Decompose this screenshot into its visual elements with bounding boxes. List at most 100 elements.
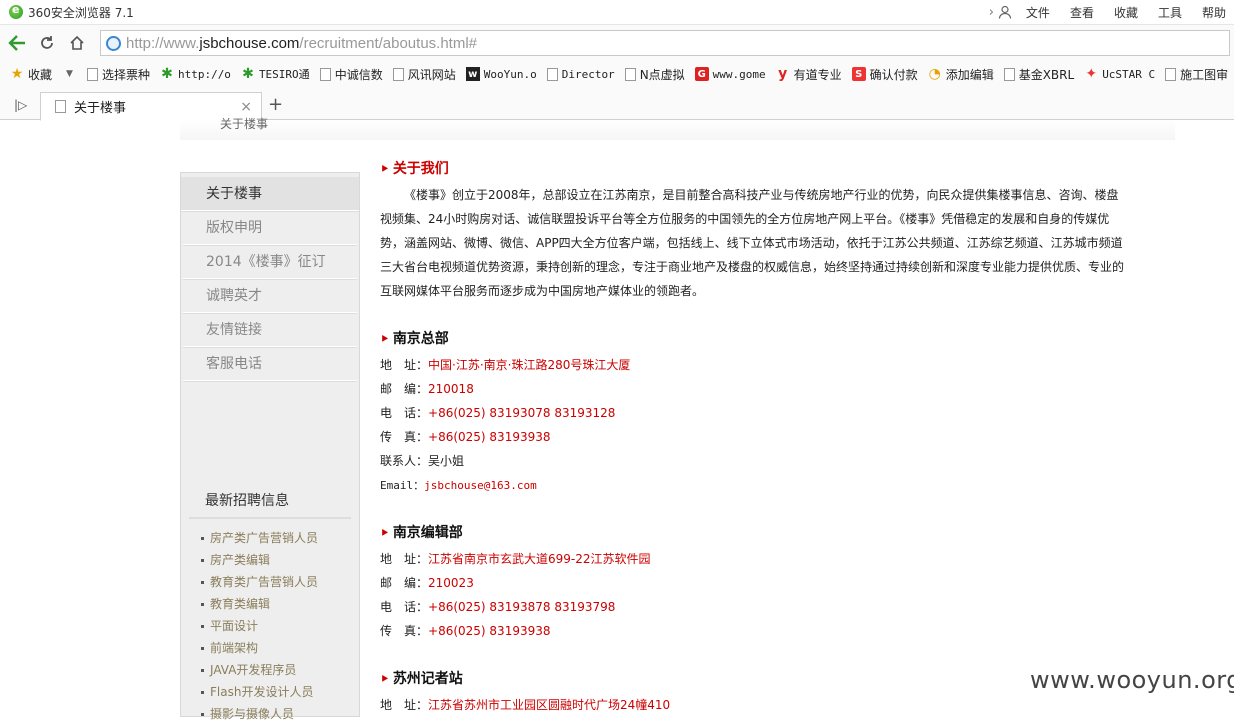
sidebar-item-careers[interactable]: 诚聘英才 <box>183 279 357 313</box>
favorite-label: TESIRO通 <box>258 68 310 81</box>
sidebar: 关于楼事 版权申明 2014《楼事》征订 诚聘英才 友情链接 客服电话 最新招聘… <box>180 172 360 721</box>
close-icon[interactable]: × <box>240 99 252 115</box>
favorite-link[interactable]: Director <box>546 67 615 81</box>
page-icon <box>1003 67 1015 81</box>
star-icon: ★ <box>10 66 24 82</box>
back-button[interactable] <box>4 30 30 56</box>
favorites-bar: ★ 收藏 ▼ 选择票种 ✱ http://o ✱ TESIRO通 中诚信数 风讯网站… <box>0 60 1234 88</box>
address-field[interactable]: http://www.jsbchouse.com/recruitment/abo… <box>100 30 1230 56</box>
job-link[interactable]: 教育类广告营销人员 <box>201 571 359 593</box>
job-link[interactable]: 前端架构 <box>201 637 359 659</box>
favorite-link[interactable]: ◔ 添加编辑 <box>928 66 994 83</box>
job-link[interactable]: 平面设计 <box>201 615 359 637</box>
about-paragraph: 《楼事》创立于2008年，总部设立在江苏南京，是目前整合高科技产业与传统房地产行… <box>380 188 1125 298</box>
about-title-text: 关于我们 <box>392 161 449 177</box>
user-icon[interactable] <box>998 5 1012 19</box>
hq-zip: 210018 <box>428 382 474 396</box>
menu-tools[interactable]: 工具 <box>1158 4 1182 21</box>
favorite-link[interactable]: S 确认付款 <box>851 66 918 83</box>
favorite-label: WooYun.o <box>483 67 537 81</box>
url-prefix: http://www. <box>126 34 200 52</box>
menu-file[interactable]: 文件 <box>1026 4 1050 21</box>
job-link[interactable]: 教育类编辑 <box>201 593 359 615</box>
home-button[interactable] <box>64 30 90 56</box>
menu-help[interactable]: 帮助 <box>1202 4 1226 21</box>
favorite-label: 选择票种 <box>101 67 150 82</box>
field-label: 地 址： <box>380 358 429 372</box>
latest-jobs-title: 最新招聘信息 <box>189 483 351 519</box>
favorite-link[interactable]: 选择票种 <box>86 66 150 83</box>
favorite-label: 收藏 <box>28 67 53 82</box>
hq-title-text: 南京总部 <box>392 331 449 347</box>
job-link[interactable]: 摄影与摄像人员 <box>201 703 359 725</box>
sidebar-toggle-icon[interactable]: |▷ <box>14 98 27 112</box>
new-tab-button[interactable]: + <box>268 94 283 115</box>
field-label: 地 址： <box>380 552 429 566</box>
favorite-link[interactable]: Gwww.gome <box>694 67 766 81</box>
suzhou-address: 江苏省苏州市工业园区圆融时代广场24幢410 <box>428 698 671 712</box>
favorite-link[interactable]: ✦ UcSTAR C <box>1084 66 1156 82</box>
page-icon <box>624 67 636 81</box>
sidebar-item-copyright[interactable]: 版权申明 <box>183 211 357 245</box>
globe-icon <box>106 35 121 51</box>
favorite-link[interactable]: ✱ TESIRO通 <box>241 66 310 82</box>
suzhou-section-title: ⯈ 苏州记者站 <box>380 665 1140 693</box>
favorite-link[interactable]: y 有道专业 <box>776 66 842 83</box>
editorial-fax-row: 传 真：+86(025) 83193938 <box>380 619 1140 643</box>
favorite-link[interactable]: ✱ http://o <box>160 66 231 82</box>
caret-down-icon[interactable]: ▼ <box>66 69 73 79</box>
menu-favorites[interactable]: 收藏 <box>1114 4 1138 21</box>
url-text[interactable]: http://www.jsbchouse.com/recruitment/abo… <box>126 35 477 52</box>
editorial-fax: +86(025) 83193938 <box>428 624 551 638</box>
watermark: www.wooyun.org <box>1030 666 1234 694</box>
editorial-section: ⯈ 南京编辑部 地 址：江苏省南京市玄武大道699-22江苏软件园 邮 编：210… <box>380 519 1140 643</box>
field-label: Email： <box>380 479 425 492</box>
gear-icon: ✱ <box>242 66 254 82</box>
job-link[interactable]: 房产类编辑 <box>201 549 359 571</box>
menu-view[interactable]: 查看 <box>1070 4 1094 21</box>
job-link[interactable]: Flash开发设计人员 <box>201 681 359 703</box>
hq-contact: 吴小姐 <box>428 454 465 468</box>
s-icon: S <box>851 67 866 81</box>
hq-contact-row: 联系人：吴小姐 <box>380 449 1140 473</box>
page-icon <box>86 67 98 81</box>
refresh-button[interactable] <box>34 30 60 56</box>
sidebar-item-about[interactable]: 关于楼事 <box>181 177 359 211</box>
field-label: 传 真： <box>380 430 429 444</box>
favorite-label: 基金XBRL <box>1018 67 1075 82</box>
suzhou-address-row: 地 址：江苏省苏州市工业园区圆融时代广场24幢410 <box>380 693 1140 717</box>
latest-jobs: 最新招聘信息 房产类广告营销人员 房产类编辑 教育类广告营销人员 教育类编辑 平… <box>181 483 359 725</box>
favorite-link[interactable]: w WooYun.o <box>465 67 537 81</box>
favorite-link[interactable]: N点虚拟 <box>624 66 685 83</box>
favorite-link[interactable]: 施工图审 <box>1165 66 1228 83</box>
chevron-right-icon[interactable]: › <box>989 5 994 20</box>
favorite-label: N点虚拟 <box>639 67 685 82</box>
field-label: 电 话： <box>380 406 429 420</box>
job-link[interactable]: 房产类广告营销人员 <box>201 527 359 549</box>
favorite-label: UcSTAR C <box>1102 67 1156 81</box>
gear-icon: ✱ <box>161 66 173 82</box>
favorite-link[interactable]: 基金XBRL <box>1003 66 1075 83</box>
favorite-label: www.gome <box>712 67 766 81</box>
job-link[interactable]: JAVA开发程序员 <box>201 659 359 681</box>
editorial-zip-row: 邮 编：210023 <box>380 571 1140 595</box>
sidebar-item-service-phone[interactable]: 客服电话 <box>183 347 357 381</box>
editorial-phone-row: 电 话：+86(025) 83193878 83193798 <box>380 595 1140 619</box>
hq-email-link[interactable]: jsbchouse@163.com <box>424 479 537 492</box>
hq-email-row: Email：jsbchouse@163.com <box>380 473 1140 497</box>
suzhou-section: ⯈ 苏州记者站 地 址：江苏省苏州市工业园区圆融时代广场24幢410 <box>380 665 1140 717</box>
field-label: 联系人： <box>380 454 429 468</box>
page-icon <box>319 67 331 81</box>
sidebar-item-links[interactable]: 友情链接 <box>183 313 357 347</box>
sidebar-item-subscription[interactable]: 2014《楼事》征订 <box>183 245 357 279</box>
favorites-menu[interactable]: ★ 收藏 ▼ <box>10 66 77 83</box>
arrow-bullet-icon: ⯈ <box>380 163 389 176</box>
breadcrumb: 关于楼事 <box>220 117 269 131</box>
about-section-title: ⯈ 关于我们 <box>380 155 1140 183</box>
refresh-icon <box>41 35 53 49</box>
page-icon <box>392 67 404 81</box>
favorite-link[interactable]: 中诚信数 <box>319 66 383 83</box>
favorite-link[interactable]: 风讯网站 <box>392 66 456 83</box>
favorite-label: Director <box>561 67 615 81</box>
page-icon <box>55 100 66 113</box>
